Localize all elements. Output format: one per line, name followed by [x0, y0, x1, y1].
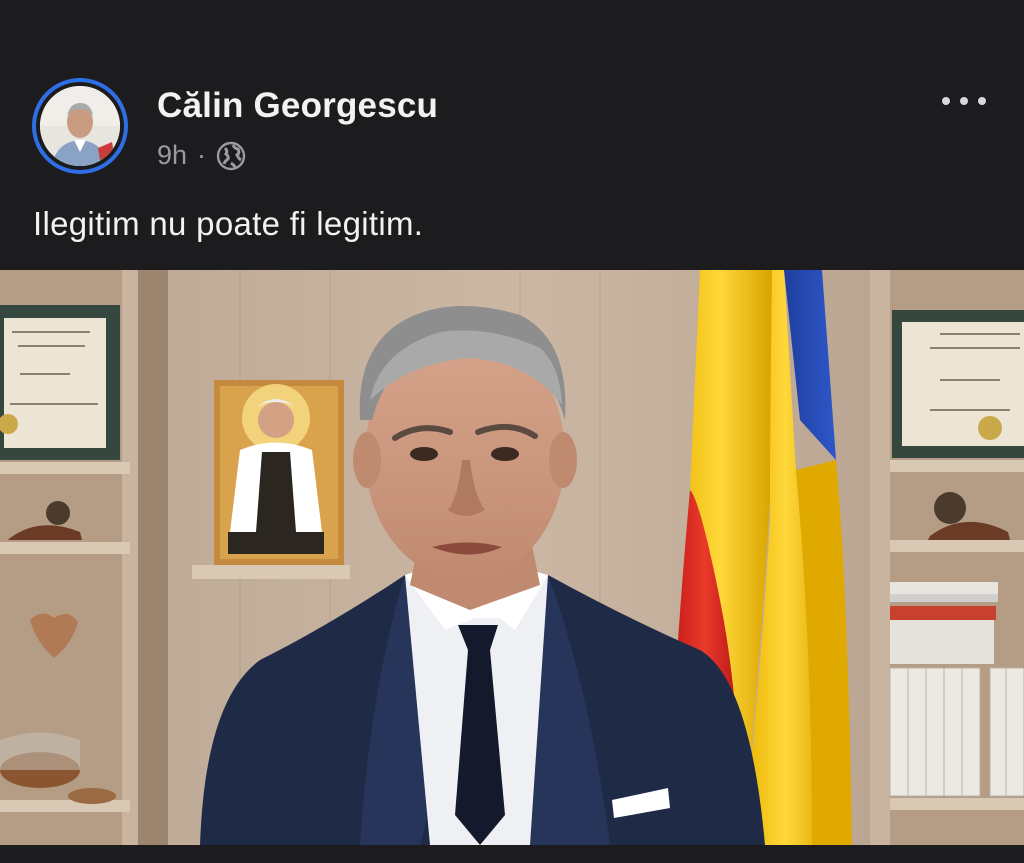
post-header: Călin Georgescu 9h · Ilegitim nu poate f… [0, 0, 1024, 270]
post-text: Ilegitim nu poate fi legitim. [33, 205, 424, 242]
post-video[interactable] [0, 270, 1024, 845]
globe-icon [216, 141, 246, 171]
facebook-post: Călin Georgescu 9h · Ilegitim nu poate f… [0, 0, 1024, 863]
meta-separator: · [197, 140, 207, 170]
post-footer-strip [0, 845, 1024, 863]
author-avatar-button[interactable] [32, 78, 128, 174]
more-options-icon[interactable] [942, 86, 986, 116]
avatar [40, 86, 120, 166]
post-meta: 9h · [157, 140, 246, 171]
author-name-link[interactable]: Călin Georgescu [157, 86, 438, 126]
video-frame [0, 270, 1024, 845]
post-timestamp[interactable]: 9h [157, 140, 187, 171]
